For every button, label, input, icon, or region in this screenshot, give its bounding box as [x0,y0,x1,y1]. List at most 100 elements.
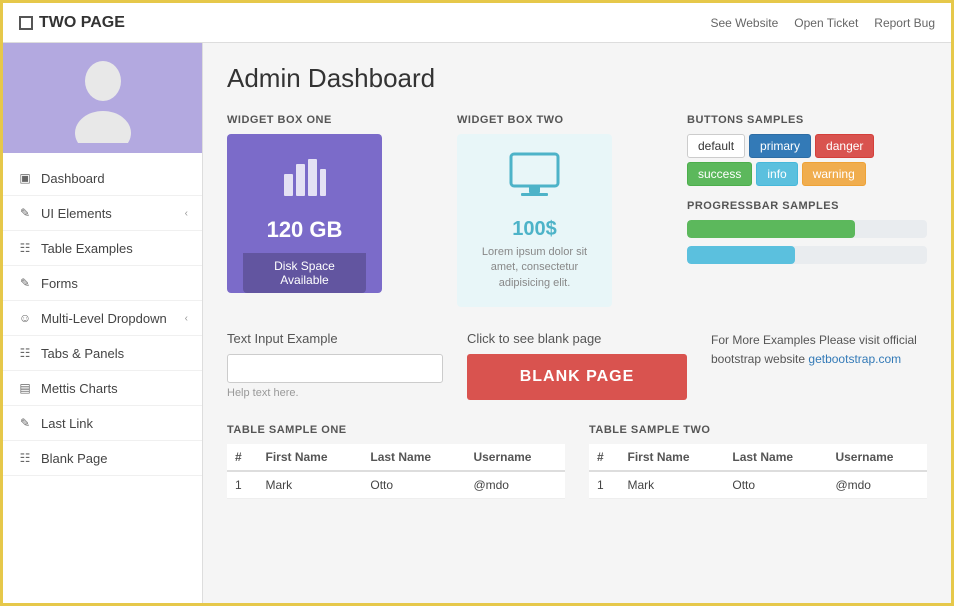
table-one-col-num: # [227,444,257,471]
top-nav-links: See Website Open Ticket Report Bug [710,16,935,30]
table-two-section: TABLE SAMPLE TWO # First Name Last Name … [589,424,927,499]
btn-info[interactable]: info [756,162,797,186]
sidebar-item-table-examples[interactable]: ☷ Table Examples [3,231,202,266]
widget-two-section: WIDGET BOX TWO 100$ Lorem ipsum dolor si… [457,114,663,307]
widget-two-value: 100$ [473,218,596,241]
blank-page-button[interactable]: BLANK PAGE [467,354,687,400]
brand: TWO PAGE [19,14,125,32]
pencil-icon: ✎ [17,205,33,221]
btn-warning[interactable]: warning [802,162,866,186]
sidebar-avatar [3,43,202,153]
progress-bar-two [687,246,927,264]
btn-primary[interactable]: primary [749,134,811,158]
btn-success[interactable]: success [687,162,752,186]
avatar-icon [68,53,138,143]
table-two-title: TABLE SAMPLE TWO [589,424,927,436]
sidebar-label-multi-level: Multi-Level Dropdown [41,311,167,326]
progress-fill-blue [687,246,795,264]
buttons-section: BUTTONS SAMPLES default primary danger s… [687,114,927,307]
visit-section: For More Examples Please visit official … [711,331,927,369]
widget-one-value: 120 GB [243,217,366,243]
brand-square-icon [19,16,33,30]
table-two-col-num: # [589,444,619,471]
widget-two-description: Lorem ipsum dolor sit amet, consectetur … [473,245,596,291]
table-two-row1-firstname: Mark [619,471,724,499]
main-content: Admin Dashboard WIDGET BOX ONE 120 GB [203,43,951,603]
widget-one-label: WIDGET BOX ONE [227,114,433,126]
chart-bar-icon [243,154,366,209]
table-one-row1-num: 1 [227,471,257,499]
sidebar-item-ui-elements[interactable]: ✎ UI Elements ‹ [3,196,202,231]
input-title: Text Input Example [227,331,443,346]
edit-icon-last: ✎ [17,415,33,431]
middle-row: Text Input Example Help text here. Click… [227,331,927,400]
sidebar-label-dashboard: Dashboard [41,171,105,186]
main-layout: ▣ Dashboard ✎ UI Elements ‹ ☷ Table Exam… [3,43,951,603]
widget-box-one: 120 GB Disk Space Available [227,134,382,293]
monitor-icon: ▣ [17,170,33,186]
sidebar-label-blank-page: Blank Page [41,451,108,466]
sidebar-item-last-link[interactable]: ✎ Last Link [3,406,202,441]
widget-one-description: Disk Space Available [243,253,366,293]
report-bug-link[interactable]: Report Bug [874,16,935,30]
table-two-row1-username: @mdo [827,471,927,499]
sidebar-item-dashboard[interactable]: ▣ Dashboard [3,161,202,196]
progress-bar-one [687,220,927,238]
table-two: # First Name Last Name Username 1 Mark O… [589,444,927,499]
table-two-col-username: Username [827,444,927,471]
sidebar-label-ui-elements: UI Elements [41,206,112,221]
table-two-row1-num: 1 [589,471,619,499]
sidebar-item-blank-page[interactable]: ☷ Blank Page [3,441,202,476]
text-input-example[interactable] [227,354,443,383]
table-one-section: TABLE SAMPLE ONE # First Name Last Name … [227,424,565,499]
sidebar-item-tabs-panels[interactable]: ☷ Tabs & Panels [3,336,202,371]
tables-row: TABLE SAMPLE ONE # First Name Last Name … [227,424,927,499]
grid-icon-tabs: ☷ [17,345,33,361]
sidebar-item-mettis-charts[interactable]: ▤ Mettis Charts [3,371,202,406]
brand-name: TWO PAGE [39,14,125,32]
help-text: Help text here. [227,387,443,399]
edit-icon-forms: ✎ [17,275,33,291]
progressbar-label: PROGRESSBAR SAMPLES [687,200,927,212]
btn-danger[interactable]: danger [815,134,874,158]
chart-icon: ▤ [17,380,33,396]
users-icon: ☺ [17,310,33,326]
table-one-row1-username: @mdo [465,471,565,499]
table-one: # First Name Last Name Username 1 Mark O… [227,444,565,499]
open-ticket-link[interactable]: Open Ticket [794,16,858,30]
input-section: Text Input Example Help text here. [227,331,443,399]
see-website-link[interactable]: See Website [710,16,778,30]
sidebar-label-forms: Forms [41,276,78,291]
visit-link[interactable]: getbootstrap.com [808,352,901,366]
page-title: Admin Dashboard [227,63,927,94]
buttons-label: BUTTONS SAMPLES [687,114,927,126]
table-one-col-firstname: First Name [257,444,362,471]
sidebar-label-tabs: Tabs & Panels [41,346,124,361]
sidebar-item-forms[interactable]: ✎ Forms [3,266,202,301]
buttons-row: default primary danger success info warn… [687,134,927,186]
btn-default[interactable]: default [687,134,745,158]
table-one-title: TABLE SAMPLE ONE [227,424,565,436]
grid-icon-table: ☷ [17,240,33,256]
widget-two-label: WIDGET BOX TWO [457,114,663,126]
monitor-icon-widget [473,150,596,210]
chevron-icon-multi: ‹ [185,313,188,324]
sidebar-label-last-link: Last Link [41,416,93,431]
table-one-row1-lastname: Otto [362,471,465,499]
widget-box-two: 100$ Lorem ipsum dolor sit amet, consect… [457,134,612,307]
blank-page-title: Click to see blank page [467,331,687,346]
sidebar-item-multi-level[interactable]: ☺ Multi-Level Dropdown ‹ [3,301,202,336]
widget-row: WIDGET BOX ONE 120 GB Disk Space Availab… [227,114,927,307]
sidebar-label-table-examples: Table Examples [41,241,133,256]
table-row: 1 Mark Otto @mdo [589,471,927,499]
progress-fill-green [687,220,855,238]
table-one-row1-firstname: Mark [257,471,362,499]
blank-page-section: Click to see blank page BLANK PAGE [467,331,687,400]
table-row: 1 Mark Otto @mdo [227,471,565,499]
table-one-col-username: Username [465,444,565,471]
sidebar-navigation: ▣ Dashboard ✎ UI Elements ‹ ☷ Table Exam… [3,153,202,603]
table-one-col-lastname: Last Name [362,444,465,471]
widget-one-section: WIDGET BOX ONE 120 GB Disk Space Availab… [227,114,433,307]
grid-icon-blank: ☷ [17,450,33,466]
table-two-col-lastname: Last Name [724,444,827,471]
